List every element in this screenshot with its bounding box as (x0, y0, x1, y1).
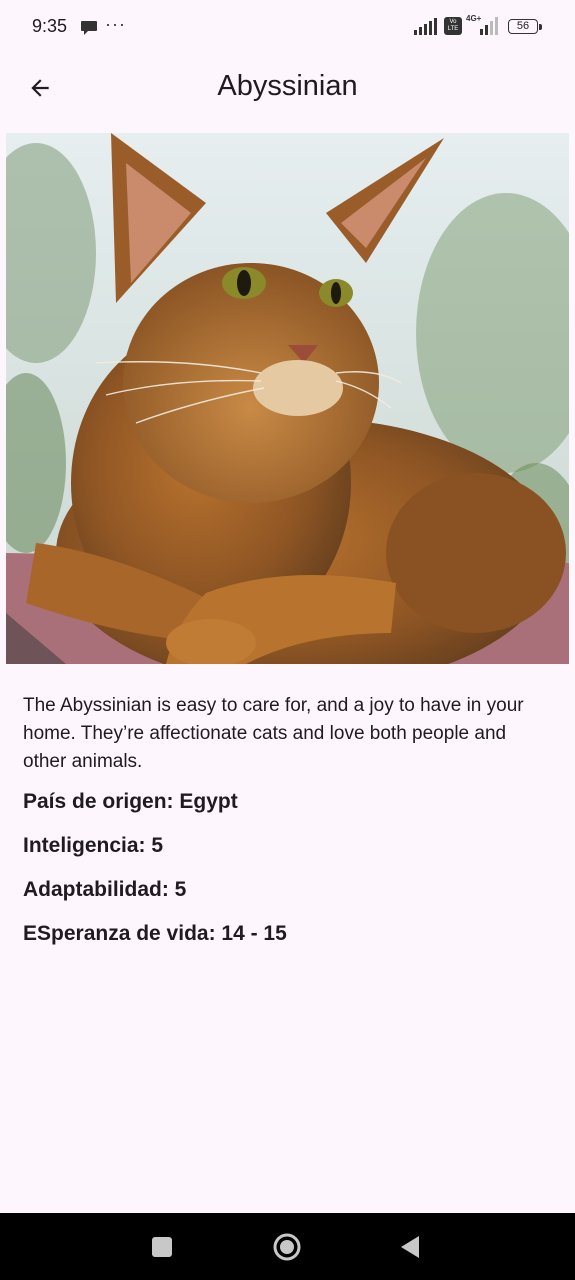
breed-details: The Abyssinian is easy to care for, and … (23, 692, 553, 964)
cat-photo (6, 133, 569, 664)
battery-icon: 56 (508, 19, 538, 34)
life-span: ESperanza de vida: 14 - 15 (23, 922, 287, 945)
intelligence-rating: Inteligencia: 5 (23, 834, 164, 857)
more-dots-icon: ··· (105, 14, 126, 34)
status-time: 9:35 (32, 16, 68, 36)
breed-image (6, 133, 569, 664)
breed-description: The Abyssinian is easy to care for, and … (23, 695, 524, 772)
origin-country: País de origen: Egypt (23, 790, 238, 813)
app-bar: Abyssinian (0, 56, 575, 120)
recents-button[interactable] (146, 1231, 178, 1263)
battery-tip (539, 24, 542, 30)
adaptability-rating: Adaptabilidad: 5 (23, 878, 187, 901)
status-bar: 9:35 ··· Vo LTE 4G+ 56 (0, 0, 575, 56)
page-title: Abyssinian (217, 70, 358, 102)
triangle-back-icon (401, 1236, 419, 1258)
home-button[interactable] (271, 1231, 303, 1263)
chat-bubble-icon (81, 21, 97, 35)
square-icon (152, 1237, 172, 1257)
signal-bars-icon (414, 18, 437, 35)
mobile-data-signal-icon (480, 17, 498, 35)
system-back-button[interactable] (395, 1231, 427, 1263)
system-nav-bar (0, 1213, 575, 1280)
volte-icon: Vo LTE (444, 17, 462, 35)
circle-icon (273, 1233, 301, 1261)
